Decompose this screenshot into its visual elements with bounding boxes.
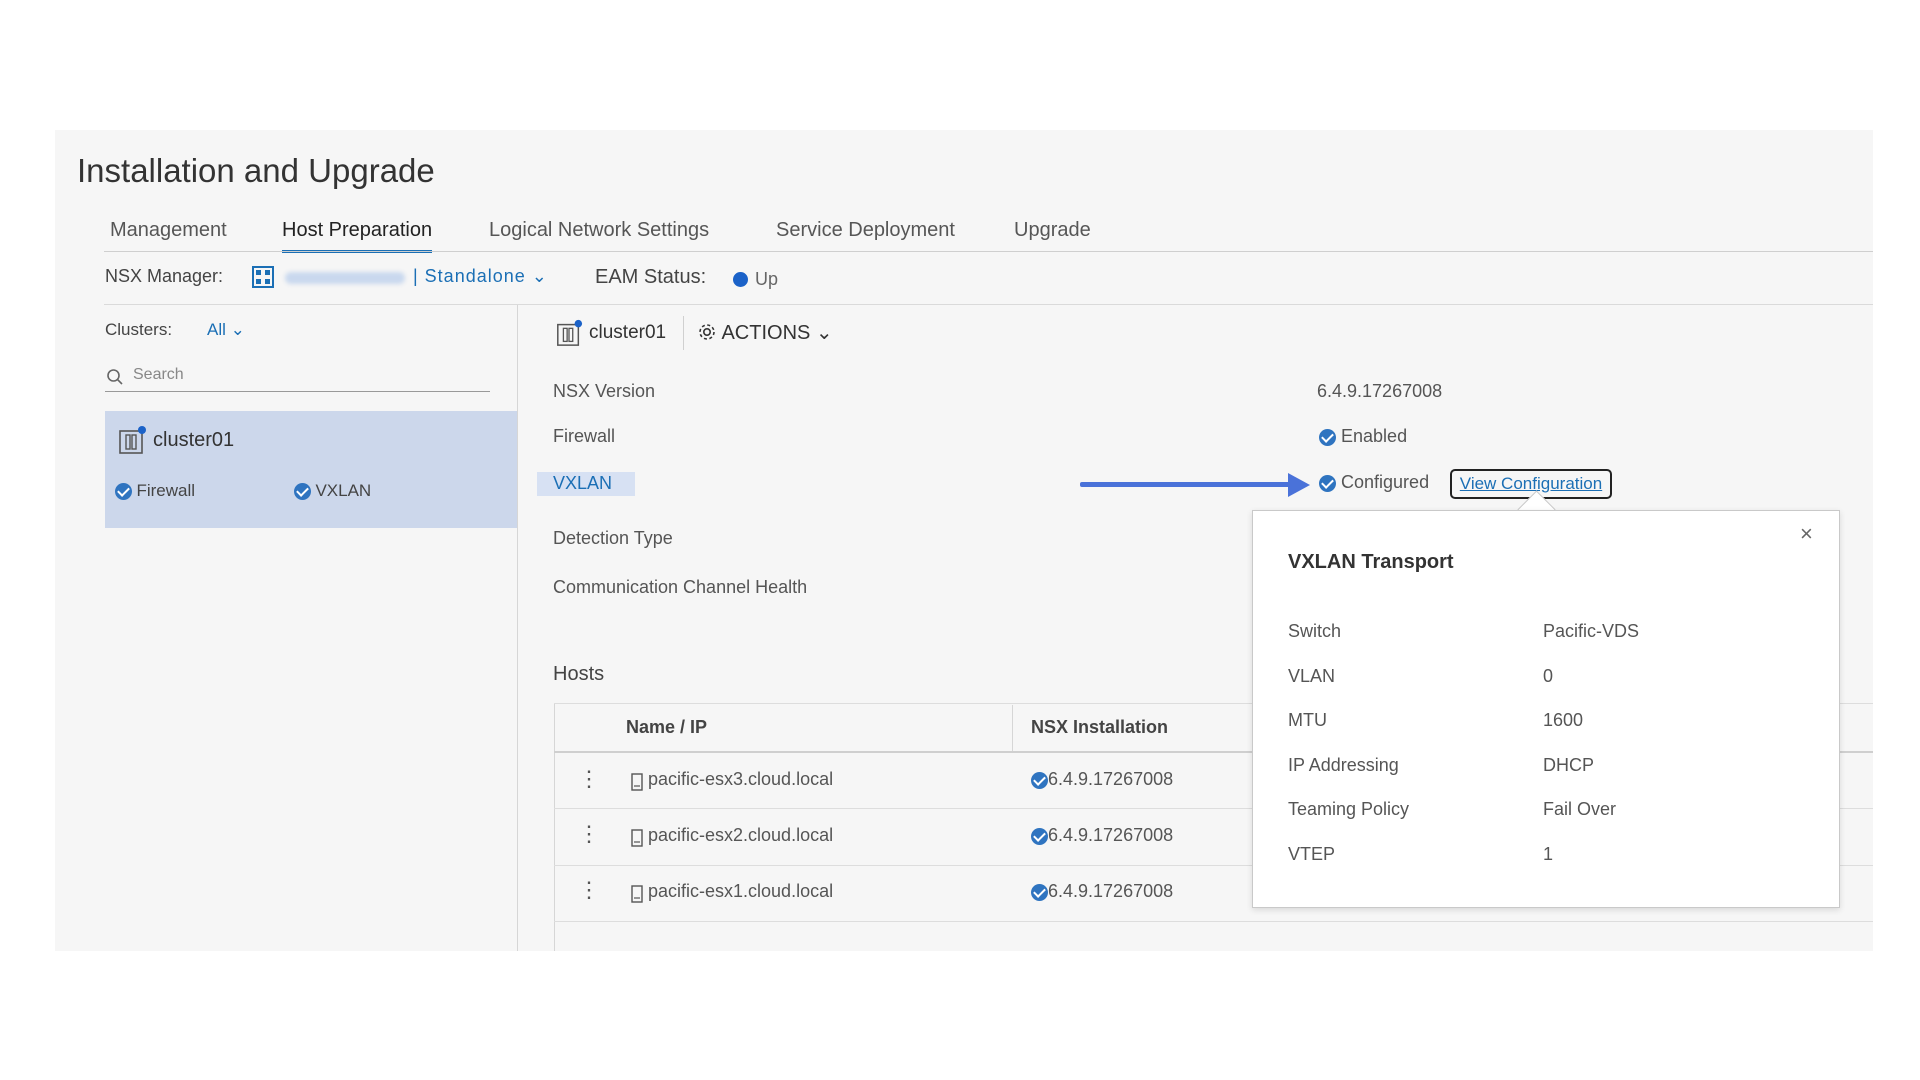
comm-channel-health-label: Communication Channel Health (553, 577, 808, 597)
check-circle-icon (1319, 474, 1336, 492)
mtu-label: MTU (1288, 710, 1327, 730)
teaming-policy-label: Teaming Policy (1288, 799, 1410, 819)
ip-addressing-value: DHCP (1543, 755, 1595, 775)
detail-cluster-name: cluster01 (589, 322, 667, 343)
vxlan-status: Configured (1319, 472, 1429, 493)
vxlan-value: Configured (1341, 472, 1430, 492)
tab-logical-network-settings[interactable]: Logical Network Settings (489, 210, 709, 250)
column-divider (1012, 705, 1013, 751)
check-circle-icon (1031, 771, 1048, 789)
feature-label: Firewall (136, 481, 196, 500)
host-nsx-installation: 6.4.9.17267008 (1031, 825, 1173, 846)
nsx-manager-address-redacted (285, 272, 405, 284)
table-left-border (554, 703, 555, 951)
vlan-label: VLAN (1288, 666, 1336, 686)
column-header-nsx-installation[interactable]: NSX Installation (1031, 717, 1168, 738)
host-icon (631, 885, 643, 903)
switch-label: Switch (1288, 621, 1342, 641)
check-circle-icon (294, 483, 311, 501)
header-separator (683, 316, 684, 350)
tab-management[interactable]: Management (110, 210, 227, 250)
firewall-label: Firewall (553, 426, 616, 446)
tab-upgrade[interactable]: Upgrade (1014, 210, 1091, 250)
firewall-value: Enabled (1341, 426, 1408, 446)
feature-label: VXLAN (315, 481, 372, 500)
actions-button[interactable]: ACTIONS ⌄ (697, 320, 833, 345)
check-circle-icon (1031, 827, 1048, 845)
nsx-version-label: NSX Version (553, 381, 656, 401)
gear-icon (699, 324, 715, 340)
row-menu-icon[interactable]: ⋮ (578, 877, 600, 903)
cluster-name: cluster01 (153, 429, 235, 451)
switch-value: Pacific-VDS (1543, 621, 1640, 641)
row-divider (554, 921, 1873, 922)
clusters-label: Clusters: (105, 320, 173, 339)
actions-label: ACTIONS ⌄ (721, 322, 833, 344)
vlan-value: 0 (1543, 666, 1554, 686)
search-input[interactable] (131, 365, 485, 385)
row-menu-icon[interactable]: ⋮ (578, 821, 600, 847)
clusters-filter-dropdown[interactable]: All ⌄ (207, 320, 245, 340)
firewall-status: Enabled (1319, 426, 1407, 447)
close-icon[interactable]: × (1800, 521, 1813, 547)
column-header-name-ip[interactable]: Name / IP (626, 717, 707, 738)
nsx-version-value: 6.4.9.17267008 (1317, 381, 1443, 401)
cluster-card[interactable]: cluster01 Firewall VXLAN (105, 411, 517, 528)
cluster-feature-vxlan: VXLAN (294, 481, 371, 501)
search-icon (107, 369, 123, 385)
teaming-policy-value: Fail Over (1543, 799, 1617, 819)
row-menu-icon[interactable]: ⋮ (578, 766, 600, 792)
cluster-search (105, 361, 490, 392)
host-name[interactable]: pacific-esx2.cloud.local (648, 825, 833, 846)
eam-status-dot (733, 272, 748, 287)
page-title: Installation and Upgrade (77, 152, 435, 189)
tab-divider (104, 251, 1873, 252)
ip-addressing-label: IP Addressing (1288, 755, 1399, 775)
host-nsx-installation: 6.4.9.17267008 (1031, 881, 1173, 902)
arrow-annotation (1080, 482, 1290, 487)
tab-host-preparation[interactable]: Host Preparation (282, 210, 433, 253)
header-divider (104, 304, 1873, 305)
vtep-value: 1 (1543, 844, 1554, 864)
host-nsx-installation: 6.4.9.17267008 (1031, 769, 1173, 790)
hosts-title: Hosts (553, 663, 605, 685)
arrow-head-icon (1288, 473, 1310, 497)
vtep-label: VTEP (1288, 844, 1336, 864)
column-divider (517, 305, 518, 951)
eam-status-value: Up (755, 269, 779, 289)
nsx-manager-label: NSX Manager: (105, 266, 224, 286)
cluster-icon (119, 426, 146, 454)
host-name[interactable]: pacific-esx3.cloud.local (648, 769, 833, 790)
nsx-manager-mode-dropdown[interactable]: | Standalone ⌄ (413, 266, 548, 287)
eam-status-label: EAM Status: (595, 266, 707, 288)
detection-type-label: Detection Type (553, 528, 673, 548)
cluster-icon (557, 319, 583, 346)
host-icon (631, 773, 643, 791)
check-circle-icon (115, 483, 132, 501)
nsx-manager-icon (252, 266, 274, 288)
vxlan-label: VXLAN (553, 473, 613, 493)
cluster-feature-firewall: Firewall (115, 481, 195, 501)
popover-title: VXLAN Transport (1288, 551, 1454, 573)
host-name[interactable]: pacific-esx1.cloud.local (648, 881, 833, 902)
vxlan-transport-popover: × VXLAN Transport Switch Pacific-VDS VLA… (1252, 510, 1840, 908)
host-icon (631, 829, 643, 847)
check-circle-icon (1319, 428, 1336, 446)
tab-service-deployment[interactable]: Service Deployment (776, 210, 955, 250)
mtu-value: 1600 (1543, 710, 1584, 730)
check-circle-icon (1031, 883, 1048, 901)
